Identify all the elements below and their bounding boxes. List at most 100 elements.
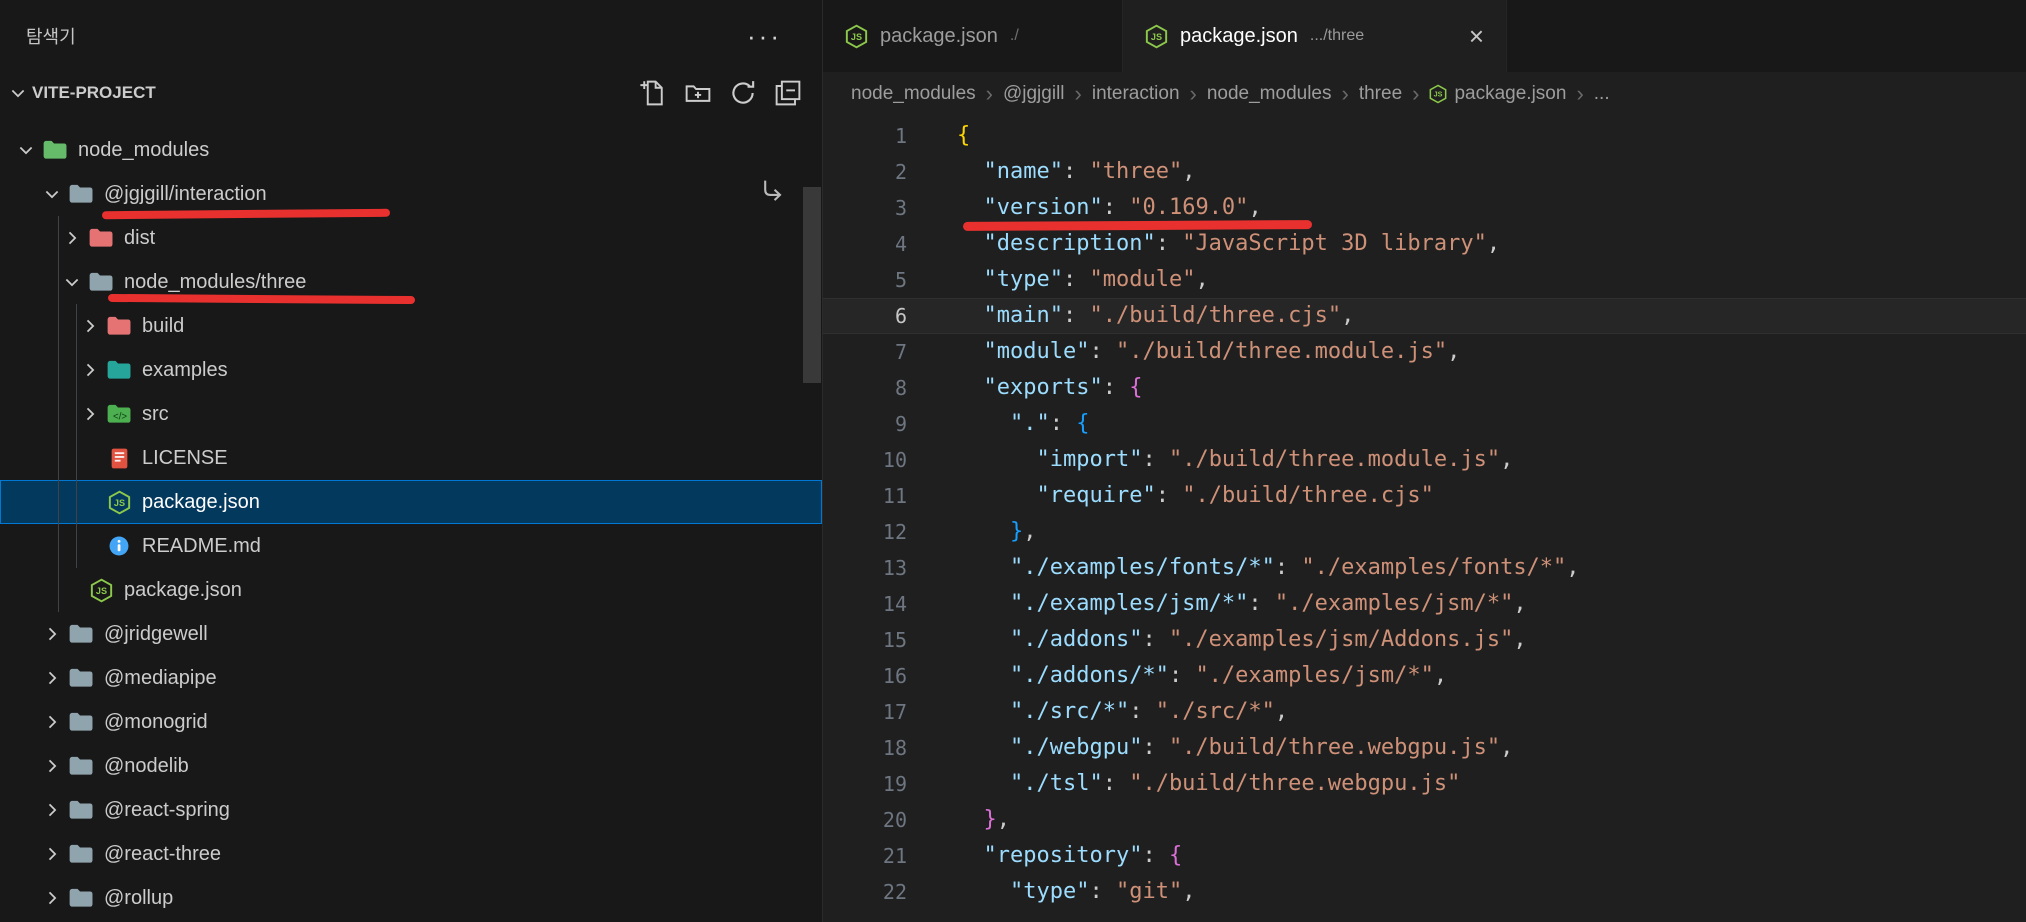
tree-item-node-modules-three[interactable]: node_modules/three: [0, 260, 822, 304]
breadcrumb-item-package-json[interactable]: JSpackage.json: [1429, 83, 1566, 105]
chevron-right-icon[interactable]: [38, 800, 66, 820]
breadcrumb-item-jgjgill[interactable]: @jgjgill: [1003, 83, 1065, 105]
nodejs-icon: JS: [104, 490, 134, 515]
code-line-1[interactable]: 1{: [823, 118, 2026, 154]
new-folder-icon[interactable]: [684, 79, 712, 107]
chevron-right-icon[interactable]: [76, 404, 104, 424]
chevron-down-icon[interactable]: [12, 140, 40, 160]
tree-item-label: node_modules/three: [124, 271, 306, 294]
code-line-14[interactable]: 14 "./examples/jsm/*": "./examples/jsm/*…: [823, 586, 2026, 622]
tree-item-monogrid[interactable]: @monogrid: [0, 700, 822, 744]
breadcrumb-label: interaction: [1092, 83, 1180, 105]
nodejs-icon: JS: [1145, 24, 1168, 49]
chevron-down-icon[interactable]: [38, 184, 66, 204]
sidebar-scrollbar-thumb[interactable]: [803, 187, 821, 383]
tree-item-label: examples: [142, 359, 228, 382]
chevron-right-icon[interactable]: [38, 712, 66, 732]
tree-item-jridgewell[interactable]: @jridgewell: [0, 612, 822, 656]
breadcrumb-item-node-modules[interactable]: node_modules: [851, 83, 976, 105]
tree-item-react-three[interactable]: @react-three: [0, 832, 822, 876]
more-actions-icon[interactable]: ···: [747, 31, 782, 41]
code-line-3[interactable]: 3 "version": "0.169.0",: [823, 190, 2026, 226]
chevron-right-icon[interactable]: [76, 316, 104, 336]
breadcrumb-separator-icon: ›: [1342, 83, 1349, 105]
code-line-10[interactable]: 10 "import": "./build/three.module.js",: [823, 442, 2026, 478]
chevron-right-icon[interactable]: [58, 228, 86, 248]
tree-item-readme-md[interactable]: README.md: [0, 524, 822, 568]
breadcrumb-item-three[interactable]: three: [1359, 83, 1402, 105]
code-line-12[interactable]: 12 },: [823, 514, 2026, 550]
line-number: 18: [823, 730, 907, 766]
code-line-13[interactable]: 13 "./examples/fonts/*": "./examples/fon…: [823, 550, 2026, 586]
tree-item-mediapipe[interactable]: @mediapipe: [0, 656, 822, 700]
cursor-arrow-icon: [760, 178, 786, 209]
breadcrumb-item-node-modules[interactable]: node_modules: [1207, 83, 1332, 105]
collapse-all-icon[interactable]: [774, 79, 802, 107]
new-file-icon[interactable]: [639, 79, 667, 107]
tree-item-label: @rollup: [104, 887, 173, 910]
tree-item-package-json[interactable]: JSpackage.json: [0, 480, 822, 524]
project-section-header[interactable]: VITE-PROJECT: [0, 72, 822, 114]
explorer-action-buttons: [639, 79, 802, 107]
tab-directory-hint: ./: [1010, 27, 1019, 45]
chevron-down-icon: [8, 83, 28, 103]
tree-item-nodelib[interactable]: @nodelib: [0, 744, 822, 788]
tab-package-json[interactable]: JSpackage.json./: [823, 0, 1123, 72]
svg-text:JS: JS: [1151, 31, 1162, 41]
explorer-title: 탐색기: [26, 23, 76, 49]
code-line-7[interactable]: 7 "module": "./build/three.module.js",: [823, 334, 2026, 370]
tree-item-build[interactable]: build: [0, 304, 822, 348]
breadcrumb-label: package.json: [1454, 83, 1566, 105]
breadcrumb-item-interaction[interactable]: interaction: [1092, 83, 1180, 105]
breadcrumb-item-[interactable]: ...: [1594, 83, 1610, 105]
line-number: 11: [823, 478, 907, 514]
code-line-6[interactable]: 6 "main": "./build/three.cjs",: [823, 298, 2026, 334]
chevron-right-icon[interactable]: [38, 756, 66, 776]
code-editor[interactable]: 1{2 "name": "three",3 "version": "0.169.…: [823, 116, 2026, 922]
code-line-20[interactable]: 20 },: [823, 802, 2026, 838]
chevron-right-icon[interactable]: [38, 624, 66, 644]
chevron-right-icon[interactable]: [76, 360, 104, 380]
code-line-11[interactable]: 11 "require": "./build/three.cjs": [823, 478, 2026, 514]
svg-text:JS: JS: [95, 585, 106, 595]
code-line-8[interactable]: 8 "exports": {: [823, 370, 2026, 406]
tree-item-jgjgill-interaction[interactable]: @jgjgill/interaction: [0, 172, 822, 216]
tab-package-json-active[interactable]: JSpackage.json.../three×: [1123, 0, 1507, 72]
code-line-9[interactable]: 9 ".": {: [823, 406, 2026, 442]
tree-item-src[interactable]: </>src: [0, 392, 822, 436]
tree-item-label: node_modules: [78, 139, 209, 162]
line-number: 10: [823, 442, 907, 478]
chevron-right-icon[interactable]: [38, 668, 66, 688]
code-line-4[interactable]: 4 "description": "JavaScript 3D library"…: [823, 226, 2026, 262]
code-text: "import": "./build/three.module.js",: [957, 442, 1513, 478]
close-icon[interactable]: ×: [1469, 23, 1484, 49]
code-line-5[interactable]: 5 "type": "module",: [823, 262, 2026, 298]
editor-area: JSpackage.json./JSpackage.json.../three×…: [822, 0, 2026, 922]
chevron-right-icon[interactable]: [38, 888, 66, 908]
code-line-21[interactable]: 21 "repository": {: [823, 838, 2026, 874]
chevron-down-icon[interactable]: [58, 272, 86, 292]
breadcrumb-label: node_modules: [1207, 83, 1332, 105]
tree-item-react-spring[interactable]: @react-spring: [0, 788, 822, 832]
tree-item-node-modules[interactable]: node_modules: [0, 128, 822, 172]
tree-item-examples[interactable]: examples: [0, 348, 822, 392]
code-line-15[interactable]: 15 "./addons": "./examples/jsm/Addons.js…: [823, 622, 2026, 658]
refresh-icon[interactable]: [729, 79, 757, 107]
code-line-2[interactable]: 2 "name": "three",: [823, 154, 2026, 190]
line-number: 21: [823, 838, 907, 874]
code-line-17[interactable]: 17 "./src/*": "./src/*",: [823, 694, 2026, 730]
tree-item-rollup[interactable]: @rollup: [0, 876, 822, 920]
tree-item-package-json[interactable]: JSpackage.json: [0, 568, 822, 612]
tree-item-label: src: [142, 403, 169, 426]
code-line-18[interactable]: 18 "./webgpu": "./build/three.webgpu.js"…: [823, 730, 2026, 766]
tree-item-dist[interactable]: dist: [0, 216, 822, 260]
chevron-right-icon[interactable]: [38, 844, 66, 864]
code-line-16[interactable]: 16 "./addons/*": "./examples/jsm/*",: [823, 658, 2026, 694]
breadcrumb: node_modules›@jgjgill›interaction›node_m…: [823, 72, 2026, 116]
tree-item-license[interactable]: LICENSE: [0, 436, 822, 480]
code-text: "name": "three",: [957, 154, 1195, 190]
code-line-19[interactable]: 19 "./tsl": "./build/three.webgpu.js": [823, 766, 2026, 802]
code-line-22[interactable]: 22 "type": "git",: [823, 874, 2026, 910]
folder-gray-icon: [66, 755, 96, 777]
line-number: 16: [823, 658, 907, 694]
